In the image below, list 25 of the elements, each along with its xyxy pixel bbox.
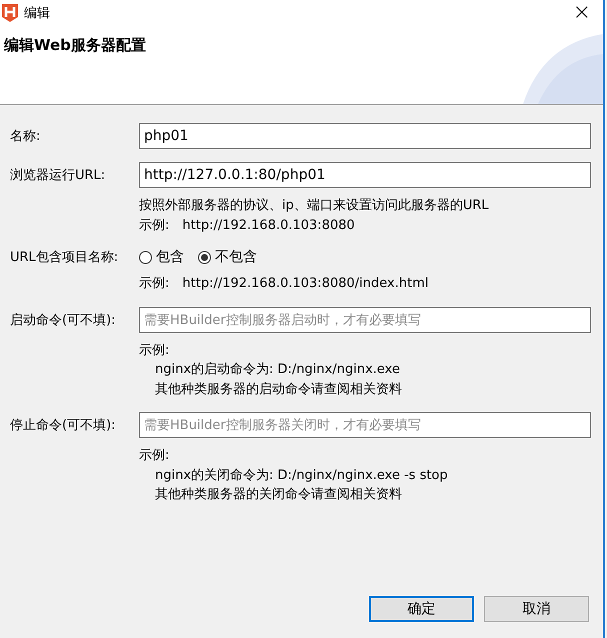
dialog-heading: 编辑Web服务器配置 [2, 35, 147, 56]
hint-text: 示例: [139, 342, 170, 360]
field-label: URL包含项目名称: [10, 249, 120, 266]
close-button[interactable]: × [566, 2, 597, 24]
radio-option[interactable]: 包含 [139, 248, 184, 266]
input-field[interactable]: 需要HBuilder控制服务器启动时，才有必要填写 [139, 306, 591, 332]
field-label: 浏览器运行URL: [10, 167, 106, 184]
input-field[interactable]: 需要HBuilder控制服务器关闭时，才有必要填写 [139, 412, 591, 438]
hint-text: 示例: [139, 447, 170, 465]
hint-text: nginx的关闭命令为: D:/nginx/nginx.exe -s stop [154, 466, 449, 484]
hint-text: 示例: http://192.168.0.103:8080/index.html [139, 275, 430, 293]
field-label: 启动命令(可不填): [10, 312, 117, 328]
hint-text: 示例: http://192.168.0.103:8080 [139, 216, 356, 234]
hint-text: 其他种类服务器的启动命令请查阅相关资料 [154, 380, 403, 398]
input-field[interactable]: http://127.0.0.1:80/php01 [139, 162, 591, 188]
radio-option[interactable]: 不包含 [198, 248, 257, 266]
hint-text: nginx的启动命令为: D:/nginx/nginx.exe [154, 361, 401, 379]
dialog-button[interactable]: 确定 [369, 596, 474, 622]
window-title: 编辑 [24, 5, 51, 22]
input-field[interactable]: php01 [139, 123, 591, 149]
hint-text: 其他种类服务器的关闭命令请查阅相关资料 [154, 486, 403, 504]
field-label: 停止命令(可不填): [10, 417, 117, 434]
dialog-button[interactable]: 取消 [484, 596, 589, 622]
field-label: 名称: [10, 128, 42, 145]
hint-text: 按照外部服务器的协议、ip、端口来设置访问此服务器的URL [139, 197, 490, 215]
